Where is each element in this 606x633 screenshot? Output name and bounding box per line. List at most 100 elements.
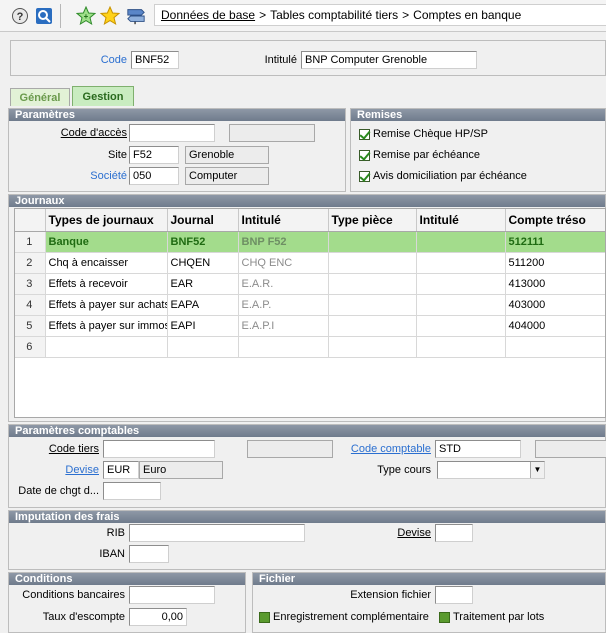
rib-field[interactable] <box>129 524 305 542</box>
cell-type-piece[interactable] <box>328 273 417 295</box>
svg-text:?: ? <box>17 11 24 23</box>
help-icon[interactable]: ? <box>10 6 30 26</box>
cell-compte[interactable] <box>505 336 605 358</box>
imputation-title: Imputation des frais <box>9 511 605 523</box>
iban-field[interactable] <box>129 545 169 563</box>
date-chgt-field[interactable] <box>103 482 161 500</box>
devise-label[interactable]: Devise <box>15 461 99 479</box>
journaux-grid: Types de journaux Journal Intitulé Type … <box>14 208 606 418</box>
favorite-add-icon[interactable]: + <box>76 6 96 26</box>
row-index: 2 <box>15 252 46 274</box>
cell-type-piece[interactable] <box>328 315 417 337</box>
breadcrumb-separator: > <box>259 8 267 22</box>
signpost-icon[interactable] <box>126 6 146 26</box>
header-frame: Code BNF52 Intitulé BNP Computer Grenobl… <box>10 40 606 76</box>
traitement-par-lots-checkbox[interactable] <box>439 612 450 623</box>
table-row[interactable]: 6 <box>15 336 605 358</box>
cell-journal[interactable]: EAPA <box>167 294 239 316</box>
remise-echeance-label[interactable]: Remise par échéance <box>373 146 480 164</box>
table-row[interactable]: 3 Effets à recevoir EAR E.A.R. 413000 <box>15 273 605 295</box>
cell-intitule-2 <box>416 294 506 316</box>
code-comptable-field[interactable]: STD <box>435 440 521 458</box>
favorite-star-icon[interactable] <box>100 6 120 26</box>
remise-echeance-checkbox[interactable] <box>359 150 370 161</box>
taux-escompte-field[interactable]: 0,00 <box>129 608 187 626</box>
row-index: 5 <box>15 315 46 337</box>
site-field[interactable]: F52 <box>129 146 179 164</box>
imputation-devise-label[interactable]: Devise <box>379 524 431 542</box>
search-icon[interactable] <box>34 6 54 26</box>
param-comptables-group: Paramètres comptables Code tiers Code co… <box>8 424 606 508</box>
cell-compte[interactable]: 413000 <box>505 273 605 295</box>
remises-group: Remises Remise Chèque HP/SP Remise par é… <box>350 108 606 192</box>
avis-domiciliation-checkbox[interactable] <box>359 171 370 182</box>
remise-cheque-label[interactable]: Remise Chèque HP/SP <box>373 125 488 143</box>
cell-compte[interactable]: 512111 <box>505 231 605 253</box>
cell-compte[interactable]: 403000 <box>505 294 605 316</box>
grid-header-compte-treso[interactable]: Compte tréso <box>505 209 605 232</box>
cell-type-piece[interactable] <box>328 231 417 253</box>
cell-type[interactable]: Effets à payer sur immos <box>45 315 168 337</box>
cell-intitule: E.A.P. <box>238 294 329 316</box>
cell-type[interactable] <box>45 336 168 358</box>
remise-cheque-checkbox[interactable] <box>359 129 370 140</box>
cell-intitule: E.A.R. <box>238 273 329 295</box>
breadcrumb-item-donnees-de-base[interactable]: Données de base <box>161 8 255 22</box>
cell-type[interactable]: Effets à payer sur achats <box>45 294 168 316</box>
grid-header-intitule[interactable]: Intitulé <box>238 209 329 232</box>
code-tiers-field[interactable] <box>103 440 215 458</box>
cell-type-piece[interactable] <box>328 294 417 316</box>
societe-field[interactable]: 050 <box>129 167 179 185</box>
table-row[interactable]: 2 Chq à encaisser CHQEN CHQ ENC 511200 <box>15 252 605 274</box>
code-field[interactable]: BNF52 <box>131 51 179 69</box>
cell-journal[interactable]: BNF52 <box>167 231 239 253</box>
breadcrumb-item-comptes: Comptes en banque <box>413 8 522 22</box>
parametres-group: Paramètres Code d'accès Site F52 Grenobl… <box>8 108 346 192</box>
breadcrumb-separator: > <box>402 8 410 22</box>
traitement-par-lots-label[interactable]: Traitement par lots <box>453 608 544 626</box>
extension-fichier-field[interactable] <box>435 586 473 604</box>
table-row[interactable]: 5 Effets à payer sur immos EAPI E.A.P.I … <box>15 315 605 337</box>
breadcrumb: Données de base > Tables comptabilité ti… <box>154 4 606 26</box>
chevron-down-icon[interactable]: ▼ <box>530 462 544 478</box>
conditions-title: Conditions <box>9 573 245 585</box>
cell-type-piece[interactable] <box>328 252 417 274</box>
code-acces-label[interactable]: Code d'accès <box>29 124 127 142</box>
grid-header-type-piece[interactable]: Type pièce <box>328 209 417 232</box>
cell-type[interactable]: Banque <box>45 231 168 253</box>
grid-header-journal[interactable]: Journal <box>167 209 239 232</box>
conditions-bancaires-field[interactable] <box>129 586 215 604</box>
code-comptable-description <box>535 440 606 458</box>
devise-name: Euro <box>139 461 223 479</box>
grid-header-intitule-2[interactable]: Intitulé <box>416 209 506 232</box>
cell-type[interactable]: Effets à recevoir <box>45 273 168 295</box>
tab-gestion[interactable]: Gestion <box>72 86 134 106</box>
devise-field[interactable]: EUR <box>103 461 139 479</box>
code-comptable-label[interactable]: Code comptable <box>339 440 431 458</box>
enregistrement-complementaire-label[interactable]: Enregistrement complémentaire <box>273 608 429 626</box>
avis-domiciliation-label[interactable]: Avis domiciliation par échéance <box>373 167 527 185</box>
tab-general[interactable]: Général <box>10 88 70 106</box>
type-cours-select[interactable]: ▼ <box>437 461 545 479</box>
cell-journal[interactable]: CHQEN <box>167 252 239 274</box>
enregistrement-complementaire-checkbox[interactable] <box>259 612 270 623</box>
cell-journal[interactable]: EAR <box>167 273 239 295</box>
cell-compte[interactable]: 511200 <box>505 252 605 274</box>
cell-journal[interactable] <box>167 336 239 358</box>
code-acces-field[interactable] <box>129 124 215 142</box>
cell-compte[interactable]: 404000 <box>505 315 605 337</box>
cell-journal[interactable]: EAPI <box>167 315 239 337</box>
cell-type[interactable]: Chq à encaisser <box>45 252 168 274</box>
code-tiers-label[interactable]: Code tiers <box>15 440 99 458</box>
imputation-devise-field[interactable] <box>435 524 473 542</box>
table-row[interactable]: 4 Effets à payer sur achats EAPA E.A.P. … <box>15 294 605 316</box>
table-row[interactable]: 1 Banque BNF52 BNP F52 512111 <box>15 231 605 253</box>
cell-intitule-2 <box>416 336 506 358</box>
cell-type-piece[interactable] <box>328 336 417 358</box>
breadcrumb-item-tables[interactable]: Tables comptabilité tiers <box>270 8 398 22</box>
grid-header-types[interactable]: Types de journaux <box>45 209 168 232</box>
code-tiers-description <box>247 440 333 458</box>
journaux-title: Journaux <box>9 195 605 207</box>
param-comptables-title: Paramètres comptables <box>9 425 605 437</box>
intitule-field[interactable]: BNP Computer Grenoble <box>301 51 477 69</box>
